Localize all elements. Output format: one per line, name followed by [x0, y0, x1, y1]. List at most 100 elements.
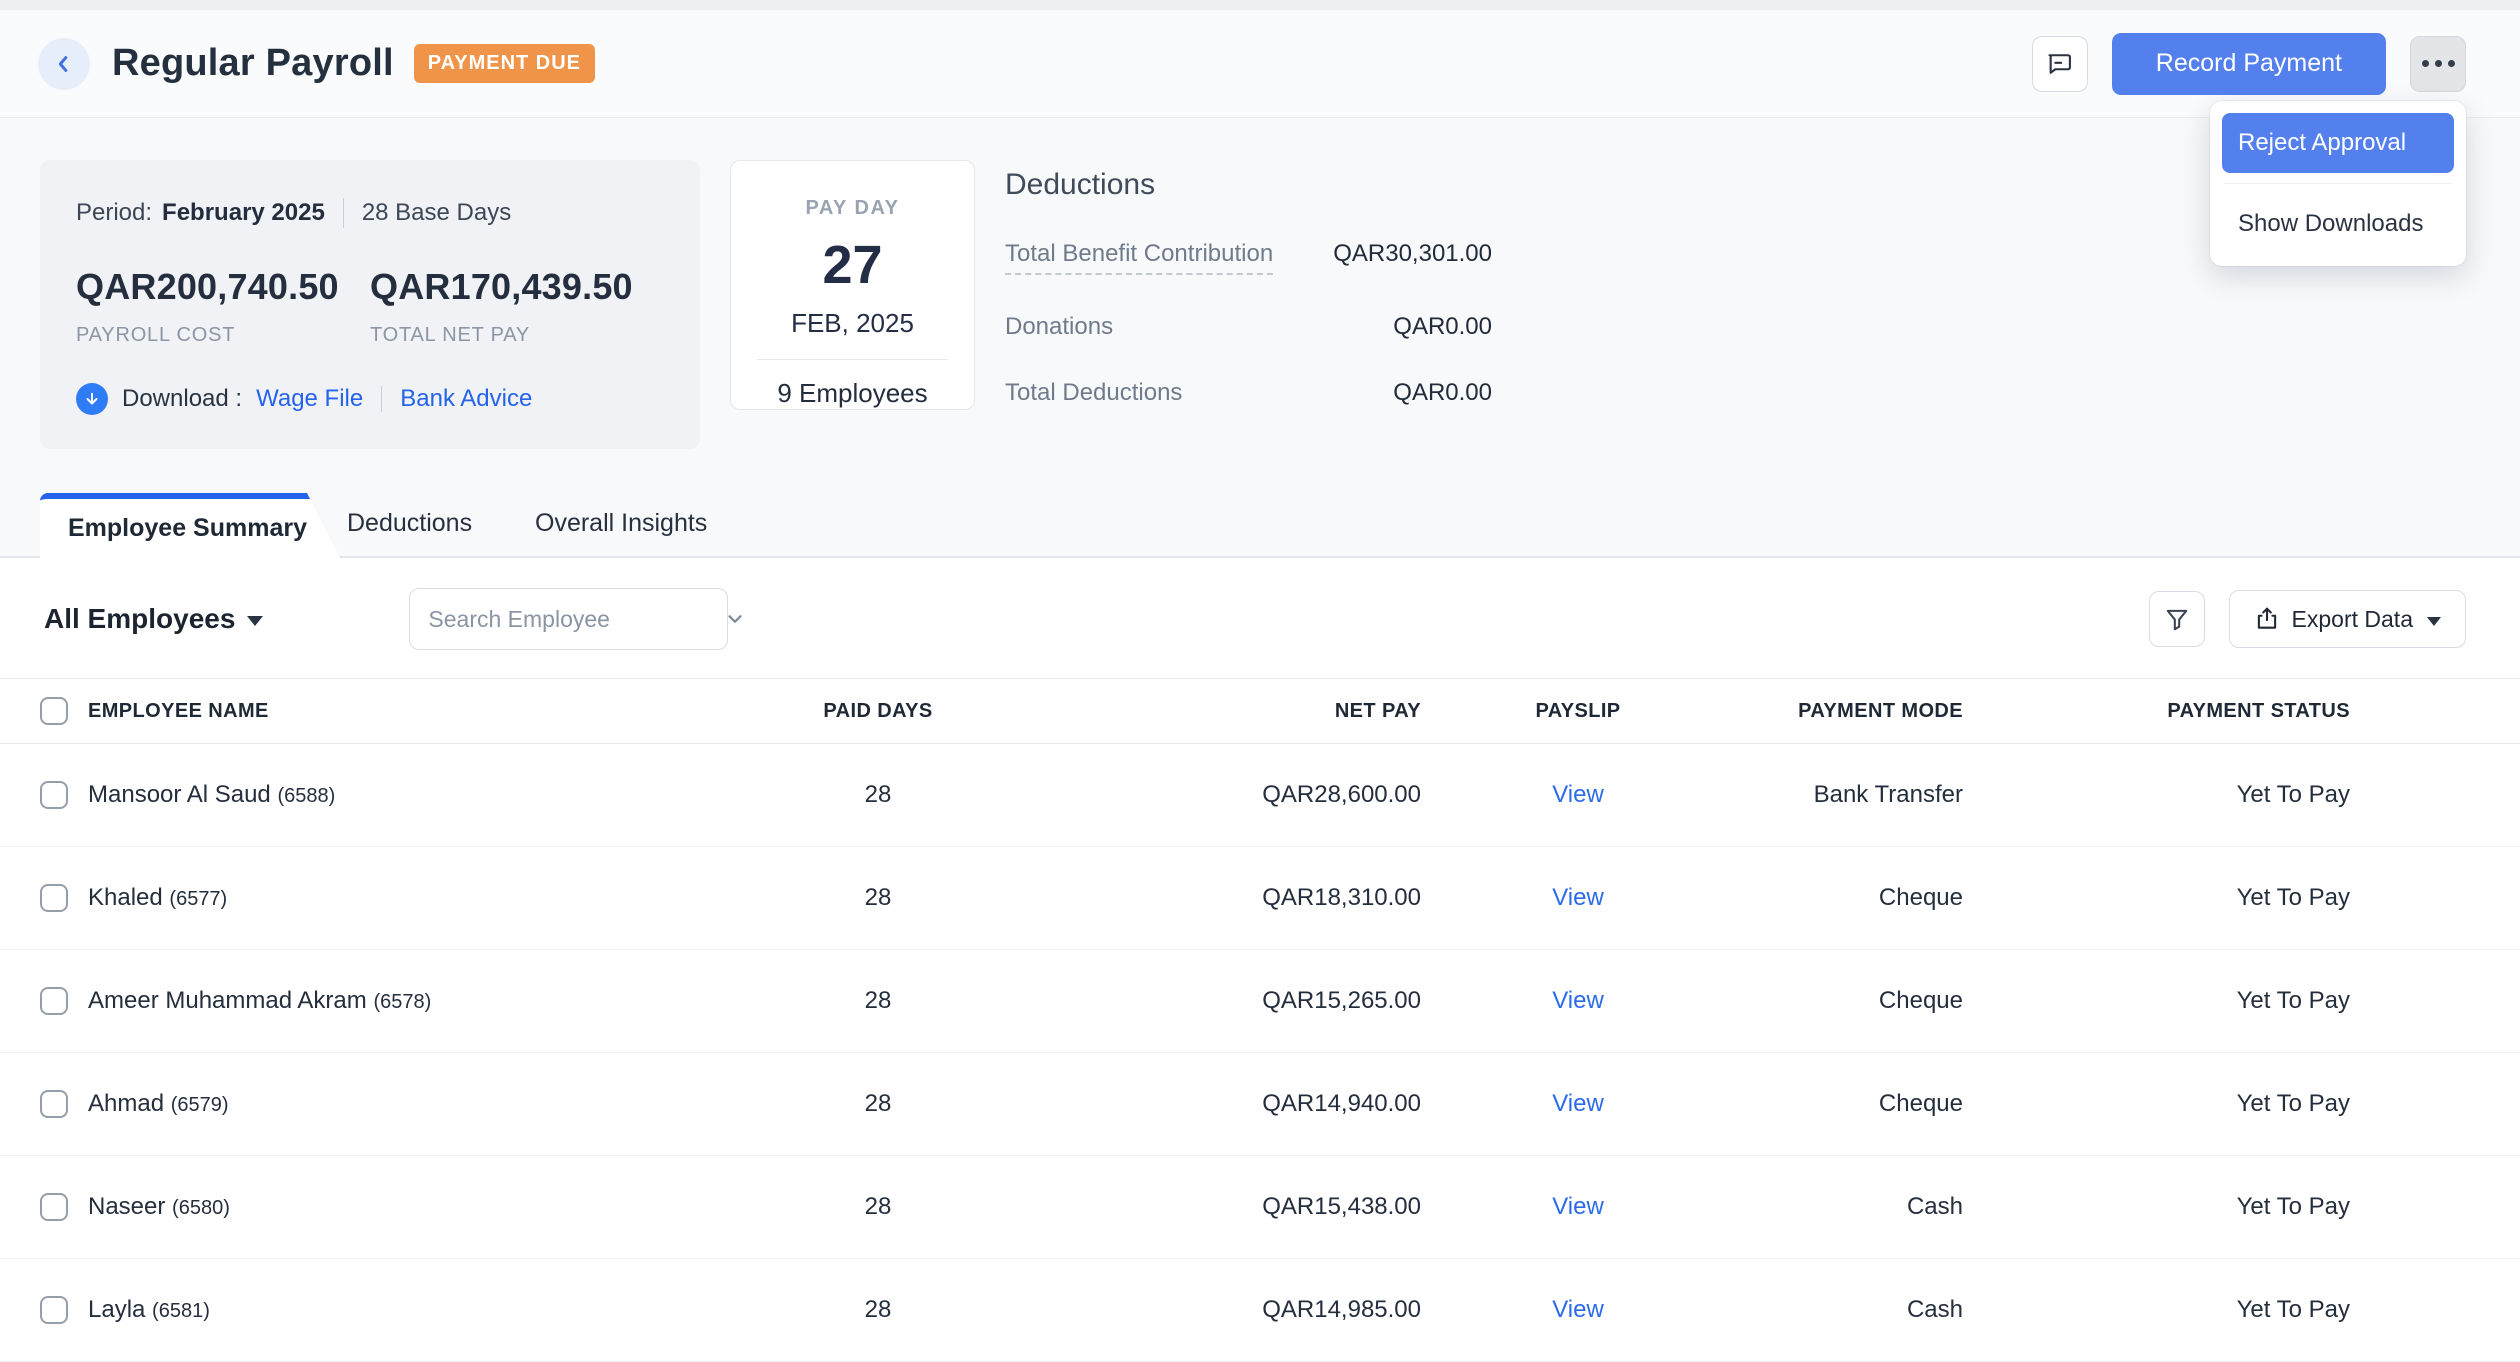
- wage-file-link[interactable]: Wage File: [256, 385, 363, 413]
- payment-status: Yet To Pay: [1963, 1090, 2350, 1118]
- paid-days: 28: [648, 884, 1108, 912]
- employee-filter-dropdown[interactable]: All Employees: [44, 603, 263, 635]
- net-pay: QAR14,985.00: [1108, 1296, 1421, 1324]
- payday-day: 27: [751, 234, 954, 296]
- filter-button[interactable]: [2149, 591, 2205, 647]
- deduction-value-benefit-contribution: QAR30,301.00: [1333, 240, 1492, 268]
- payday-card: PAY DAY 27 FEB, 2025 9 Employees: [730, 160, 975, 410]
- payday-label: PAY DAY: [751, 197, 954, 220]
- column-header-payslip: PAYSLIP: [1421, 700, 1735, 723]
- menu-item-show-downloads[interactable]: Show Downloads: [2222, 194, 2454, 254]
- tab-bar: Employee Summary Deductions Overall Insi…: [0, 493, 2520, 558]
- column-header-payment-mode: PAYMENT MODE: [1735, 700, 1963, 723]
- payment-status: Yet To Pay: [1963, 884, 2350, 912]
- comments-button[interactable]: [2032, 36, 2088, 92]
- more-actions-button[interactable]: [2410, 36, 2466, 92]
- arrow-down-circle-icon: [76, 383, 108, 415]
- payslip-view-link[interactable]: View: [1552, 884, 1604, 911]
- search-input[interactable]: [428, 606, 724, 633]
- chevron-left-icon: [53, 53, 75, 75]
- funnel-icon: [2164, 606, 2190, 632]
- share-up-icon: [2254, 606, 2280, 632]
- divider: [757, 359, 948, 360]
- employee-name: Ameer Muhammad Akram: [88, 987, 367, 1014]
- net-pay: QAR18,310.00: [1108, 884, 1421, 912]
- employee-search-combobox[interactable]: [409, 588, 728, 650]
- row-checkbox[interactable]: [40, 884, 68, 912]
- payslip-view-link[interactable]: View: [1552, 987, 1604, 1014]
- employee-id: (6581): [152, 1300, 210, 1322]
- table-row[interactable]: Ahmad (6579) 28 QAR14,940.00 View Cheque…: [0, 1053, 2520, 1156]
- payslip-view-link[interactable]: View: [1552, 781, 1604, 808]
- total-net-pay-label: TOTAL NET PAY: [370, 324, 664, 347]
- paid-days: 28: [648, 1090, 1108, 1118]
- payment-mode: Cheque: [1735, 884, 1963, 912]
- payroll-cost-label: PAYROLL COST: [76, 324, 370, 347]
- table-row[interactable]: Ameer Muhammad Akram (6578) 28 QAR15,265…: [0, 950, 2520, 1053]
- payslip-view-link[interactable]: View: [1552, 1193, 1604, 1220]
- payslip-view-link[interactable]: View: [1552, 1090, 1604, 1117]
- employee-id: (6588): [277, 785, 335, 807]
- employee-name: Ahmad: [88, 1090, 164, 1117]
- menu-divider: [2224, 183, 2452, 184]
- window-top-strip: [0, 0, 2520, 10]
- menu-item-reject-approval[interactable]: Reject Approval: [2222, 113, 2454, 173]
- row-checkbox[interactable]: [40, 1296, 68, 1324]
- record-payment-button[interactable]: Record Payment: [2112, 33, 2386, 95]
- row-checkbox[interactable]: [40, 1090, 68, 1118]
- tab-overall-insights[interactable]: Overall Insights: [535, 509, 707, 538]
- table-row[interactable]: Naseer (6580) 28 QAR15,438.00 View Cash …: [0, 1156, 2520, 1259]
- deduction-label-benefit-contribution[interactable]: Total Benefit Contribution: [1005, 240, 1273, 275]
- triangle-down-icon: [2427, 617, 2441, 626]
- tab-employee-summary[interactable]: Employee Summary: [40, 493, 340, 558]
- employee-name: Khaled: [88, 884, 163, 911]
- row-checkbox[interactable]: [40, 781, 68, 809]
- employee-id: (6580): [172, 1197, 230, 1219]
- chevron-down-icon: [724, 608, 746, 630]
- deduction-value-donations: QAR0.00: [1393, 313, 1492, 341]
- payslip-view-link[interactable]: View: [1552, 1296, 1604, 1323]
- payment-status: Yet To Pay: [1963, 1296, 2350, 1324]
- summary-section: Period: February 2025 28 Base Days QAR20…: [0, 118, 2520, 558]
- table-row[interactable]: Layla (6581) 28 QAR14,985.00 View Cash Y…: [0, 1259, 2520, 1362]
- table-toolbar: All Employees Export Data: [0, 558, 2520, 678]
- base-days: 28 Base Days: [362, 199, 511, 227]
- table-header-row: EMPLOYEE NAME PAID DAYS NET PAY PAYSLIP …: [0, 678, 2520, 744]
- status-badge: PAYMENT DUE: [414, 44, 595, 83]
- triangle-down-icon: [247, 616, 263, 626]
- divider: [381, 386, 382, 412]
- payment-status: Yet To Pay: [1963, 1193, 2350, 1221]
- tab-content: All Employees Export Data EMPLOYEE N: [0, 558, 2520, 1362]
- select-all-checkbox[interactable]: [40, 697, 68, 725]
- speech-bubble-icon: [2046, 50, 2074, 78]
- column-header-employee-name: EMPLOYEE NAME: [88, 700, 648, 723]
- payment-mode: Cash: [1735, 1296, 1963, 1324]
- tab-deductions[interactable]: Deductions: [347, 509, 472, 538]
- back-button[interactable]: [38, 38, 90, 90]
- employee-id: (6577): [169, 888, 227, 910]
- period-card: Period: February 2025 28 Base Days QAR20…: [40, 160, 700, 449]
- payment-status: Yet To Pay: [1963, 781, 2350, 809]
- table-row[interactable]: Khaled (6577) 28 QAR18,310.00 View Chequ…: [0, 847, 2520, 950]
- employee-name: Mansoor Al Saud: [88, 781, 271, 808]
- period-value: February 2025: [162, 199, 325, 227]
- total-net-pay-value: QAR170,439.50: [370, 266, 664, 308]
- column-header-payment-status: PAYMENT STATUS: [1963, 700, 2350, 723]
- page-header: Regular Payroll PAYMENT DUE Record Payme…: [0, 10, 2520, 118]
- bank-advice-link[interactable]: Bank Advice: [400, 385, 532, 413]
- row-checkbox[interactable]: [40, 1193, 68, 1221]
- export-data-button[interactable]: Export Data: [2229, 590, 2466, 648]
- ellipsis-icon: [2422, 60, 2455, 67]
- employee-id: (6579): [171, 1094, 229, 1116]
- divider: [343, 198, 344, 228]
- paid-days: 28: [648, 781, 1108, 809]
- deduction-value-total-deductions: QAR0.00: [1393, 379, 1492, 407]
- net-pay: QAR15,438.00: [1108, 1193, 1421, 1221]
- table-row[interactable]: Mansoor Al Saud (6588) 28 QAR28,600.00 V…: [0, 744, 2520, 847]
- payment-mode: Cash: [1735, 1193, 1963, 1221]
- paid-days: 28: [648, 1193, 1108, 1221]
- row-checkbox[interactable]: [40, 987, 68, 1015]
- payment-mode: Cheque: [1735, 1090, 1963, 1118]
- deductions-summary: Deductions Total Benefit Contribution QA…: [1005, 160, 1492, 449]
- employee-id: (6578): [373, 991, 431, 1013]
